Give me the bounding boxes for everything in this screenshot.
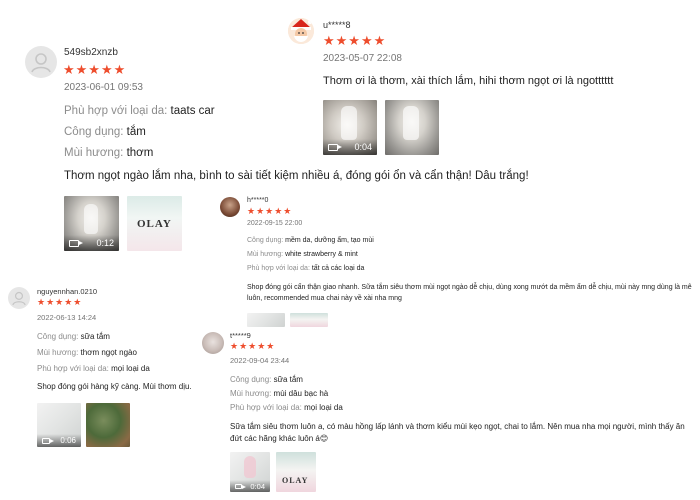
field-label: Mùi hương: (64, 147, 124, 159)
field-label: Công dụng: (230, 375, 272, 384)
user-placeholder-icon (12, 291, 26, 306)
field-label: Mùi hương: (37, 348, 79, 357)
rating-stars: ★★★★★ (230, 341, 276, 351)
rating-stars: ★★★★★ (323, 33, 387, 48)
field-value: taats car (170, 105, 215, 117)
field-label: Công dụng: (247, 237, 284, 244)
review-video-thumbnail[interactable]: 0:12 (64, 196, 119, 251)
user-avatar[interactable] (288, 18, 314, 44)
olay-logo: OLAY (282, 476, 309, 485)
video-duration: 0:04 (354, 142, 372, 152)
santa-avatar-icon (288, 18, 314, 44)
field-value: mùi dâu bạc hà (273, 389, 329, 398)
field-value: mọi loại da (304, 403, 343, 412)
field-value: tất cả các loại da (311, 265, 365, 272)
review-video-thumbnail[interactable]: 0:04 (323, 100, 377, 155)
review-photo-thumbnail[interactable] (86, 403, 130, 447)
video-camera-icon (42, 437, 54, 444)
review-field-usage: Công dụng: tắm (64, 126, 146, 138)
review-field-usage: Công dụng: sữa tắm (37, 332, 110, 341)
review-photo-thumbnail[interactable] (385, 100, 439, 155)
field-value: mọi loại da (111, 364, 150, 373)
review-text: Sữa tắm siêu thơm luôn a, có màu hồng lấ… (230, 422, 685, 443)
field-label: Phù hợp với loại da: (64, 105, 168, 117)
rating-stars: ★★★★★ (247, 206, 293, 216)
review-field-scent: Mùi hương: thơm ngọt ngào (37, 348, 137, 357)
field-value: mềm da, dưỡng ẩm, tạo mùi (285, 237, 374, 244)
video-camera-icon (69, 239, 83, 247)
review-date: 2023-05-07 22:08 (323, 53, 402, 64)
review-field-skin-type: Phù hợp với loại da: tất cả các loại da (247, 265, 364, 272)
field-label: Phù hợp với loại da: (37, 364, 109, 373)
user-placeholder-icon (31, 53, 51, 73)
review-field-usage: Công dụng: mềm da, dưỡng ẩm, tạo mùi (247, 237, 374, 244)
video-duration: 0:04 (250, 481, 265, 491)
review-field-usage: Công dụng: sữa tắm (230, 375, 303, 384)
review-photo-thumbnail[interactable]: OLAY (276, 452, 316, 492)
review-text: Shop đóng gói cẩn thận giao nhanh. Sữa t… (247, 284, 692, 302)
field-label: Phù hợp với loại da: (247, 265, 310, 272)
user-avatar[interactable] (220, 197, 240, 217)
review-video-thumbnail[interactable]: 0:04 (230, 452, 270, 492)
field-value: thơm (126, 147, 154, 159)
review-date: 2022-09-15 22:00 (247, 220, 303, 227)
video-camera-icon (328, 143, 342, 151)
review-text: Shop đóng gói hàng kỹ càng. Mùi thơm dịu… (37, 382, 192, 391)
field-label: Phù hợp với loại da: (230, 403, 302, 412)
review-field-skin-type: Phù hợp với loại da: mọi loại da (37, 364, 150, 373)
review-date: 2022-09-04 23:44 (230, 356, 290, 365)
field-value: sữa tắm (273, 375, 303, 384)
review-field-scent: Mùi hương: thơm (64, 147, 153, 159)
username: nguyennhan.0210 (37, 287, 98, 296)
field-label: Công dụng: (64, 126, 124, 138)
field-label: Mùi hương: (247, 251, 284, 258)
review-text: Thơm ơi là thơm, xài thích lắm, hihi thơ… (323, 75, 614, 87)
review-date: 2023-06-01 09:53 (64, 82, 143, 93)
username: 549sb2xnzb (64, 47, 118, 58)
username: h*****0 (247, 197, 269, 204)
field-value: sữa tắm (80, 332, 110, 341)
video-duration: 0:06 (60, 436, 76, 445)
review-field-scent: Mùi hương: white strawberry & mint (247, 251, 358, 258)
field-value: tắm (126, 126, 146, 138)
video-camera-icon (235, 483, 246, 489)
user-avatar[interactable] (25, 46, 57, 78)
user-avatar[interactable] (202, 332, 224, 354)
review-video-thumbnail[interactable]: 0:06 (37, 403, 81, 447)
review-date: 2022-06-13 14:24 (37, 313, 97, 322)
review-field-skin-type: Phù hợp với loại da: taats car (64, 105, 215, 117)
review-photo-thumbnail[interactable] (290, 313, 328, 327)
user-avatar[interactable] (8, 287, 30, 309)
video-duration: 0:12 (96, 238, 114, 248)
review-text: Thơm ngọt ngào lắm nha, bình to sài tiết… (64, 170, 529, 182)
username: u*****8 (323, 20, 351, 30)
olay-logo: OLAY (137, 218, 172, 230)
review-field-skin-type: Phù hợp với loại da: mọi loại da (230, 403, 343, 412)
review-field-scent: Mùi hương: mùi dâu bạc hà (230, 389, 328, 398)
field-value: thơm ngọt ngào (80, 348, 137, 357)
rating-stars: ★★★★★ (37, 297, 83, 307)
username: t*****9 (230, 331, 251, 340)
review-photo-thumbnail[interactable]: OLAY (127, 196, 182, 251)
field-value: white strawberry & mint (285, 251, 358, 258)
field-label: Mùi hương: (230, 389, 272, 398)
review-photo-thumbnail[interactable] (247, 313, 285, 327)
field-label: Công dụng: (37, 332, 79, 341)
rating-stars: ★★★★★ (63, 62, 127, 77)
